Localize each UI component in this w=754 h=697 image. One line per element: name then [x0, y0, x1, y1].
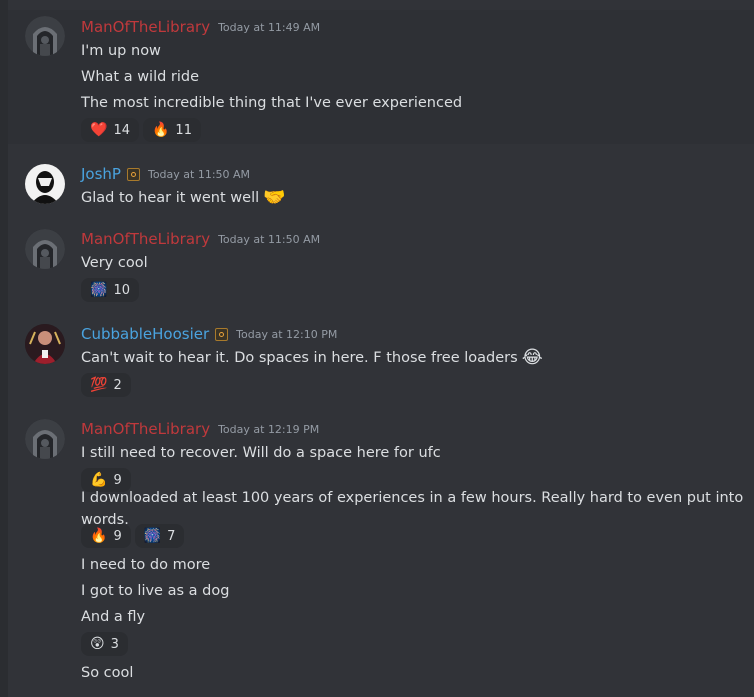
- message-text: The most incredible thing that I've ever…: [81, 95, 463, 111]
- timestamp: Today at 11:49 AM: [218, 20, 321, 34]
- message-text: I still need to recover. Will do a space…: [81, 445, 441, 461]
- avatar[interactable]: [25, 229, 65, 269]
- reactions-bar: ❤️ 14 🔥 11: [81, 116, 744, 144]
- message-group: CubbableHoosier Today at 12:10 PM Can't …: [8, 317, 754, 399]
- username[interactable]: ManOfTheLibrary: [81, 230, 210, 248]
- reaction-fireworks[interactable]: 🎆 10: [81, 278, 139, 302]
- reaction-count: 2: [113, 377, 122, 393]
- message-text: Very cool: [81, 255, 148, 271]
- fire-icon: 🔥: [151, 122, 170, 138]
- reaction-count: 11: [175, 122, 192, 138]
- username[interactable]: ManOfTheLibrary: [81, 420, 210, 438]
- message-text: What a wild ride: [81, 69, 200, 85]
- reactions-bar: 🎆 10: [81, 276, 744, 304]
- fireworks-icon: 🎆: [143, 528, 162, 544]
- reaction-fireworks[interactable]: 🎆 7: [134, 524, 185, 548]
- reaction-count: 9: [113, 528, 122, 544]
- message-group: JoshP Today at 11:50 AM Glad to hear it …: [8, 157, 754, 217]
- reaction-heart[interactable]: ❤️ 14: [81, 118, 139, 142]
- message-text: I need to do more: [81, 557, 211, 573]
- username[interactable]: JoshP: [81, 165, 121, 183]
- joy-icon: 😂: [521, 347, 543, 368]
- message-text: I got to live as a dog: [81, 583, 230, 599]
- handshake-icon: 🤝: [263, 187, 286, 208]
- message-group: ManOfTheLibrary Today at 12:19 PM I stil…: [8, 412, 754, 692]
- message-text: I downloaded at least 100 years of exper…: [81, 490, 744, 528]
- reaction-hundred[interactable]: 💯 2: [81, 373, 131, 397]
- message-text-content: Glad to hear it went well: [81, 190, 260, 206]
- reaction-count: 7: [167, 528, 176, 544]
- message-text: Can't wait to hear it. Do spaces in here…: [81, 345, 744, 371]
- server-badge-icon: [215, 327, 229, 341]
- astonished-face-icon: 😲: [90, 636, 105, 652]
- message-text-content: Can't wait to hear it. Do spaces in here…: [81, 350, 518, 366]
- message-text: I'm up now: [81, 43, 161, 59]
- message-text: And a fly: [81, 609, 146, 625]
- reaction-count: 3: [110, 636, 119, 652]
- username[interactable]: CubbableHoosier: [81, 325, 209, 343]
- reaction-fire[interactable]: 🔥 11: [142, 118, 201, 142]
- chat-messages: ManOfTheLibrary Today at 11:49 AM I'm up…: [8, 0, 754, 697]
- reactions-bar: 💯 2: [81, 371, 744, 399]
- hundred-icon: 💯: [90, 377, 108, 393]
- flexed-biceps-icon: 💪: [90, 472, 108, 488]
- message-group: ManOfTheLibrary Today at 11:50 AM Very c…: [8, 222, 754, 304]
- heart-icon: ❤️: [90, 122, 108, 138]
- fire-icon: 🔥: [90, 528, 108, 544]
- reaction-fire[interactable]: 🔥 9: [81, 524, 131, 548]
- message-text: So cool: [81, 665, 134, 681]
- timestamp: Today at 12:19 PM: [218, 422, 320, 436]
- timestamp: Today at 11:50 AM: [147, 167, 251, 181]
- timestamp: Today at 12:10 PM: [236, 327, 338, 341]
- message-group: ManOfTheLibrary Today at 11:49 AM I'm up…: [8, 10, 754, 144]
- message-text: Glad to hear it went well 🤝: [81, 185, 744, 211]
- avatar[interactable]: [25, 419, 65, 459]
- reaction-count: 9: [113, 472, 122, 488]
- reaction-astonished[interactable]: 😲 3: [81, 632, 128, 656]
- reactions-bar: 😲 3: [81, 630, 744, 658]
- avatar[interactable]: [25, 164, 65, 204]
- timestamp: Today at 11:50 AM: [218, 232, 321, 246]
- server-badge-icon: [126, 167, 140, 181]
- reaction-count: 14: [113, 122, 130, 138]
- left-scroll-strip: [0, 0, 8, 697]
- avatar[interactable]: [25, 324, 65, 364]
- reaction-count: 10: [113, 282, 130, 298]
- username[interactable]: ManOfTheLibrary: [81, 18, 210, 36]
- avatar[interactable]: [25, 16, 65, 56]
- fireworks-icon: 🎆: [90, 282, 108, 298]
